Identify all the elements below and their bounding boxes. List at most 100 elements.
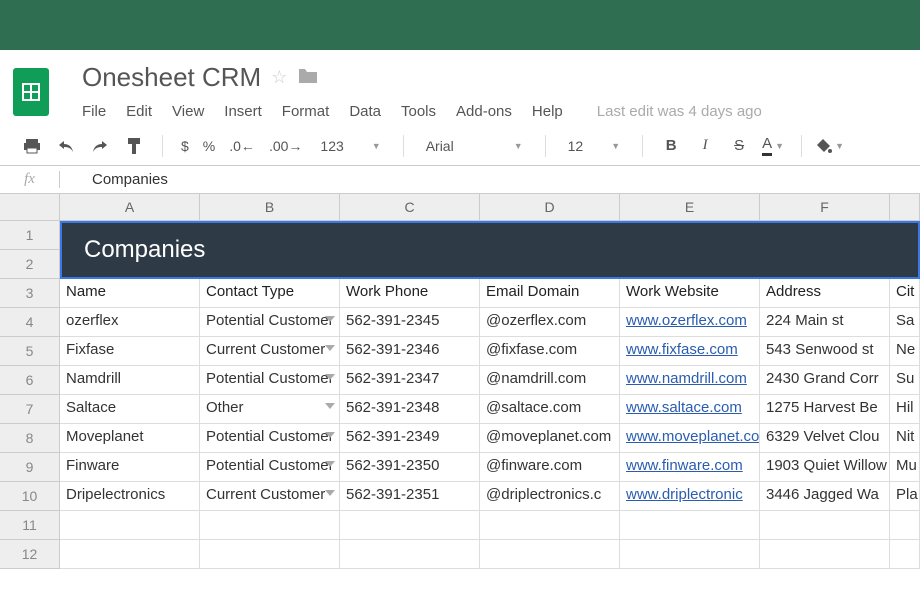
cell[interactable]: 543 Senwood st [760,337,890,365]
col-header-E[interactable]: E [620,194,760,220]
decrease-decimal-button[interactable]: .0← [225,138,259,154]
undo-icon[interactable] [52,132,80,160]
cell[interactable]: www.saltace.com [620,395,760,423]
cell[interactable] [480,540,620,568]
cell[interactable]: Current Customer [200,337,340,365]
menu-help[interactable]: Help [532,103,563,120]
font-size-select[interactable]: 12▼ [560,138,629,154]
font-select[interactable]: Arial▼ [418,138,531,154]
cell[interactable] [200,540,340,568]
row-header-10[interactable]: 10 [0,482,60,511]
cell[interactable]: Potential Customer [200,308,340,336]
header-cell[interactable]: Name [60,279,200,307]
cell[interactable] [890,540,920,568]
cell[interactable]: Pla [890,482,920,510]
cell[interactable]: Hil [890,395,920,423]
col-header-F[interactable]: F [760,194,890,220]
cell[interactable]: 2430 Grand Corr [760,366,890,394]
cell[interactable]: www.namdrill.com [620,366,760,394]
print-icon[interactable] [18,132,46,160]
cell[interactable]: 562-391-2349 [340,424,480,452]
row-header-5[interactable]: 5 [0,337,60,366]
banner-cell[interactable]: Companies [60,221,920,279]
website-link[interactable]: www.ozerflex.com [626,312,747,329]
cell[interactable]: 1903 Quiet Willow [760,453,890,481]
dropdown-caret-icon[interactable] [325,345,335,351]
col-header-B[interactable]: B [200,194,340,220]
sheets-app-icon[interactable] [13,68,49,116]
col-header-C[interactable]: C [340,194,480,220]
cell[interactable]: @finware.com [480,453,620,481]
header-cell[interactable]: Address [760,279,890,307]
cell[interactable]: www.moveplanet.com [620,424,760,452]
cell[interactable]: 562-391-2348 [340,395,480,423]
menu-data[interactable]: Data [349,103,381,120]
cell[interactable] [200,511,340,539]
cell[interactable]: www.driplectronic [620,482,760,510]
italic-button[interactable]: I [691,132,719,160]
cell[interactable]: www.finware.com [620,453,760,481]
cell[interactable] [620,540,760,568]
number-format-select[interactable]: 123▼ [312,138,388,154]
header-cell[interactable]: Work Phone [340,279,480,307]
menu-file[interactable]: File [82,103,106,120]
star-icon[interactable]: ☆ [271,67,287,88]
redo-icon[interactable] [86,132,114,160]
col-header-A[interactable]: A [60,194,200,220]
row-header-7[interactable]: 7 [0,395,60,424]
row-header-1[interactable]: 1 [0,221,60,250]
header-cell[interactable]: Email Domain [480,279,620,307]
header-cell[interactable]: Work Website [620,279,760,307]
cell[interactable]: Su [890,366,920,394]
menu-insert[interactable]: Insert [224,103,262,120]
menu-edit[interactable]: Edit [126,103,152,120]
row-header-11[interactable]: 11 [0,511,60,540]
cell[interactable]: @ozerflex.com [480,308,620,336]
dropdown-caret-icon[interactable] [325,461,335,467]
header-cell[interactable]: Cit [890,279,920,307]
cell[interactable]: www.fixfase.com [620,337,760,365]
menu-view[interactable]: View [172,103,204,120]
cell[interactable]: Moveplanet [60,424,200,452]
website-link[interactable]: www.fixfase.com [626,341,738,358]
percent-button[interactable]: % [199,138,219,154]
strikethrough-button[interactable]: S [725,132,753,160]
cell[interactable]: 6329 Velvet Clou [760,424,890,452]
dropdown-caret-icon[interactable] [325,374,335,380]
cell[interactable]: Current Customer [200,482,340,510]
currency-button[interactable]: $ [177,138,193,154]
cell[interactable] [60,511,200,539]
cell[interactable]: Potential Customer [200,453,340,481]
cell[interactable]: 562-391-2351 [340,482,480,510]
dropdown-caret-icon[interactable] [325,432,335,438]
cell[interactable]: @fixfase.com [480,337,620,365]
cell[interactable] [760,511,890,539]
row-header-4[interactable]: 4 [0,308,60,337]
website-link[interactable]: www.finware.com [626,457,743,474]
cell[interactable]: ozerflex [60,308,200,336]
cell[interactable]: Other [200,395,340,423]
cell[interactable]: Namdrill [60,366,200,394]
row-header-12[interactable]: 12 [0,540,60,569]
cell[interactable] [480,511,620,539]
cell[interactable]: Mu [890,453,920,481]
dropdown-caret-icon[interactable] [325,490,335,496]
cell[interactable]: 562-391-2347 [340,366,480,394]
website-link[interactable]: www.moveplanet.com [626,428,760,445]
website-link[interactable]: www.driplectronic [626,486,743,503]
cell[interactable]: 1275 Harvest Be [760,395,890,423]
cell[interactable]: Finware [60,453,200,481]
menu-format[interactable]: Format [282,103,330,120]
cell[interactable]: Sa [890,308,920,336]
fill-color-button[interactable]: ▼ [816,132,844,160]
cell[interactable] [340,540,480,568]
cell[interactable]: Saltace [60,395,200,423]
cell[interactable] [60,540,200,568]
col-header-g[interactable] [890,194,920,220]
row-header-9[interactable]: 9 [0,453,60,482]
select-all-corner[interactable] [0,194,60,220]
row-header-2[interactable]: 2 [0,250,60,279]
cell[interactable]: Ne [890,337,920,365]
cell[interactable]: Potential Customer [200,424,340,452]
fx-input[interactable]: Companies [60,171,168,188]
